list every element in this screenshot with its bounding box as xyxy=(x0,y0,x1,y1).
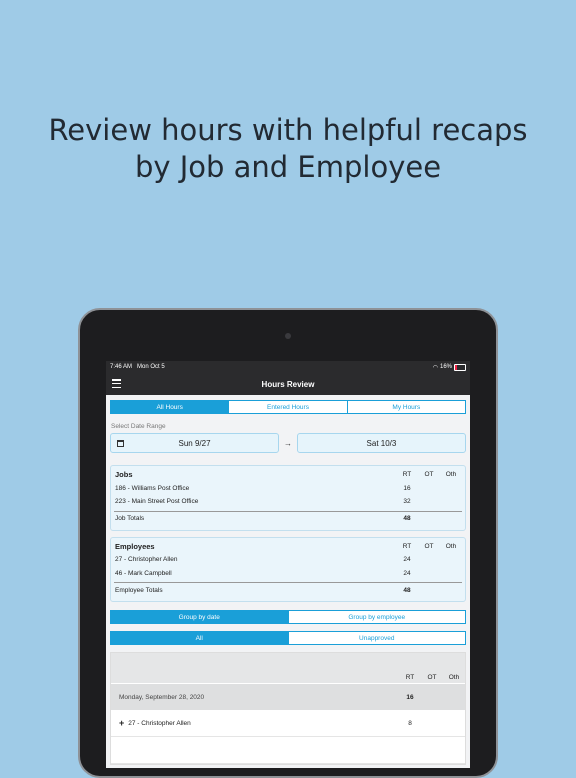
filter-tabs: All Unapproved xyxy=(110,631,466,645)
detail-table-header: RT OT Oth xyxy=(111,653,465,683)
jobs-header-row: Jobs RT OT Oth xyxy=(114,468,462,482)
headline: Review hours with helpful recaps by Job … xyxy=(0,112,576,186)
col-ot: OT xyxy=(424,471,434,479)
status-time: 7:46 AM xyxy=(110,364,133,370)
tab-entered-hours[interactable]: Entered Hours xyxy=(228,401,346,413)
employees-header-row: Employees RT OT Oth xyxy=(114,540,462,554)
battery-percent: 16% xyxy=(439,364,452,370)
hamburger-menu-icon[interactable] xyxy=(112,379,121,388)
hours-detail-table: RT OT Oth Monday, September 28, 2020 16 … xyxy=(110,652,466,765)
start-date-value: Sun 9/27 xyxy=(178,438,211,448)
tab-group-by-employee[interactable]: Group by employee xyxy=(287,611,466,623)
job-totals-label: Job Totals xyxy=(115,515,145,522)
employee-rt: 24 xyxy=(403,569,411,577)
tab-all-hours[interactable]: All Hours xyxy=(111,401,229,413)
tab-my-hours[interactable]: My Hours xyxy=(346,401,465,413)
employee-totals-label: Employee Totals xyxy=(115,586,163,594)
col-oth: Oth xyxy=(448,674,460,681)
status-date: Mon Oct 5 xyxy=(137,364,165,370)
col-ot: OT xyxy=(424,542,434,550)
employee-name: 46 - Mark Campbell xyxy=(115,569,172,577)
tab-filter-all[interactable]: All xyxy=(111,632,288,644)
employee-entry-row[interactable] xyxy=(111,737,465,764)
start-date-picker[interactable]: Sun 9/27 xyxy=(110,433,280,453)
job-name: 223 - Main Street Post Office xyxy=(115,498,199,506)
end-date-picker[interactable]: Sat 10/3 xyxy=(296,433,466,453)
employee-totals-row: Employee Totals 48 xyxy=(114,582,462,597)
employees-title: Employees xyxy=(115,541,155,551)
end-date-value: Sat 10/3 xyxy=(366,438,397,448)
wifi-icon: ◠ xyxy=(432,364,438,371)
nav-bar: Hours Review xyxy=(106,373,470,395)
entry-rt: 8 xyxy=(408,719,412,727)
col-oth: Oth xyxy=(445,471,457,479)
tab-filter-unapproved[interactable]: Unapproved xyxy=(287,632,466,644)
employee-name: 27 - Christopher Allen xyxy=(115,556,178,564)
tab-group-by-date[interactable]: Group by date xyxy=(111,611,288,623)
page-title: Hours Review xyxy=(261,379,315,389)
employees-summary-card: Employees RT OT Oth 27 - Christopher All… xyxy=(110,536,466,602)
date-range-row: Sun 9/27 → Sat 10/3 xyxy=(110,433,466,453)
group-tabs: Group by date Group by employee xyxy=(110,610,466,624)
job-rt: 32 xyxy=(403,498,411,506)
app-screen: 7:46 AM Mon Oct 5 ◠ 16% Hours Review All… xyxy=(106,361,470,768)
status-bar: 7:46 AM Mon Oct 5 ◠ 16% xyxy=(106,361,470,373)
job-totals-rt: 48 xyxy=(403,515,411,522)
col-rt: RT xyxy=(402,471,412,479)
employee-entry-row[interactable]: + 27 - Christopher Allen 8 xyxy=(111,710,465,737)
day-group-row[interactable]: Monday, September 28, 2020 16 xyxy=(111,683,465,710)
battery-icon xyxy=(454,363,466,371)
calendar-icon xyxy=(117,440,124,447)
employee-row[interactable]: 46 - Mark Campbell 24 xyxy=(114,567,462,581)
job-row[interactable]: 223 - Main Street Post Office 32 xyxy=(114,495,462,509)
date-range-label: Select Date Range xyxy=(111,423,166,430)
job-row[interactable]: 186 - Williams Post Office 16 xyxy=(114,482,462,496)
main-content: All Hours Entered Hours My Hours Select … xyxy=(106,395,470,765)
employee-rt: 24 xyxy=(403,556,411,564)
day-label: Monday, September 28, 2020 xyxy=(119,693,205,701)
jobs-title: Jobs xyxy=(115,470,133,480)
employee-row[interactable]: 27 - Christopher Allen 24 xyxy=(114,553,462,567)
job-name: 186 - Williams Post Office xyxy=(115,484,190,492)
view-tabs: All Hours Entered Hours My Hours xyxy=(110,400,466,414)
headline-line-1: Review hours with helpful recaps xyxy=(48,113,528,147)
col-rt: RT xyxy=(405,674,415,681)
arrow-right-icon: → xyxy=(283,438,292,448)
entry-employee-name: 27 - Christopher Allen xyxy=(128,719,191,727)
expand-plus-icon[interactable]: + xyxy=(119,718,124,728)
jobs-summary-card: Jobs RT OT Oth 186 - Williams Post Offic… xyxy=(110,465,466,531)
col-rt: RT xyxy=(402,542,412,550)
col-ot: OT xyxy=(427,674,437,681)
day-rt: 16 xyxy=(406,693,414,701)
job-rt: 16 xyxy=(403,484,411,492)
camera-dot xyxy=(285,333,291,339)
headline-line-2: by Job and Employee xyxy=(134,150,442,184)
employee-totals-rt: 48 xyxy=(403,586,411,594)
job-totals-row: Job Totals 48 xyxy=(114,510,462,526)
col-oth: Oth xyxy=(445,542,457,550)
